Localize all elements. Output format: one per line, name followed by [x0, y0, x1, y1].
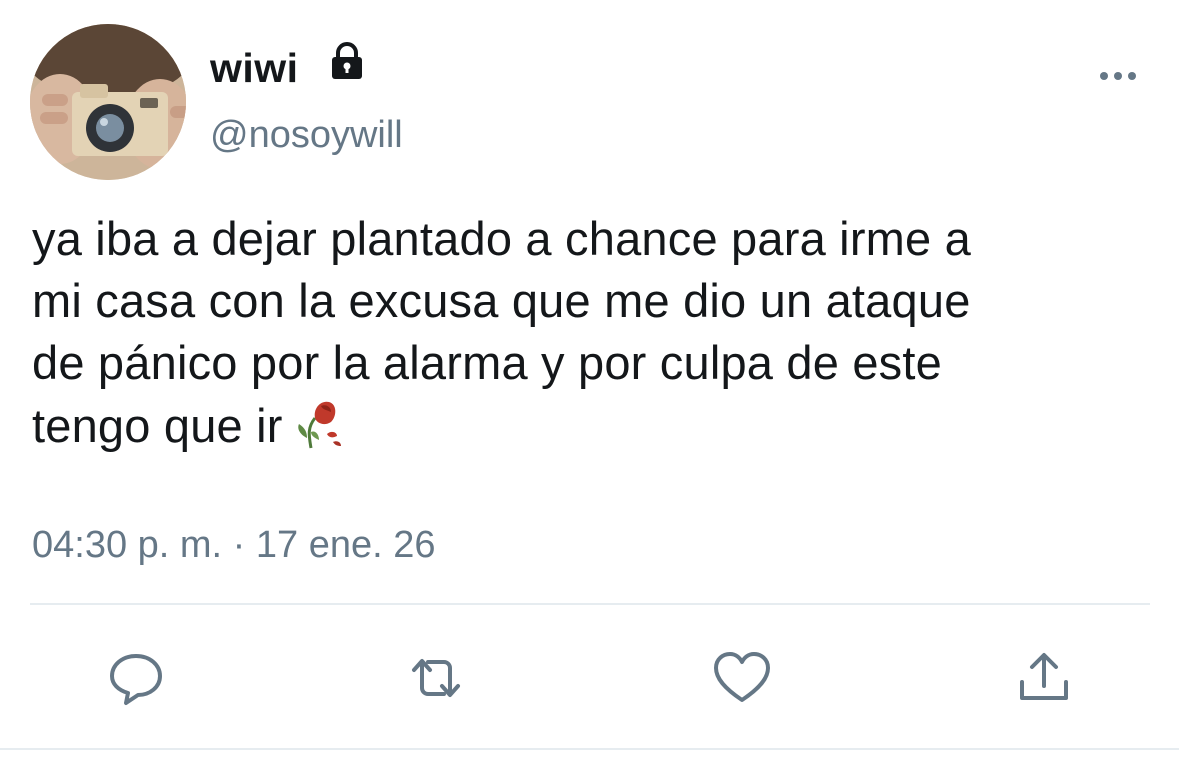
comment-icon: [110, 654, 162, 705]
avatar[interactable]: [30, 24, 186, 180]
wilted-rose-icon: [289, 394, 345, 450]
share-icon: [1020, 653, 1068, 700]
like-button[interactable]: [710, 648, 774, 708]
reply-button[interactable]: [104, 648, 168, 708]
share-button[interactable]: [1012, 648, 1076, 708]
avatar-image: [30, 24, 186, 180]
retweet-button[interactable]: [404, 648, 468, 708]
tweet-timestamp[interactable]: 04:30 p. m. · 17 ene. 26: [32, 522, 436, 568]
user-handle[interactable]: @nosoywill: [210, 112, 403, 158]
bottom-divider: [0, 748, 1179, 750]
divider: [30, 603, 1150, 605]
tweet-body: ya iba a dejar plantado a chance para ir…: [32, 212, 971, 452]
retweet-icon: [412, 659, 460, 697]
lock-icon: [326, 40, 368, 82]
more-options-button[interactable]: [1094, 58, 1142, 94]
more-options-icon: [1100, 72, 1136, 80]
tweet-text: ya iba a dejar plantado a chance para ir…: [32, 208, 1157, 457]
heart-icon: [714, 652, 770, 702]
display-name[interactable]: wiwi: [210, 41, 299, 95]
